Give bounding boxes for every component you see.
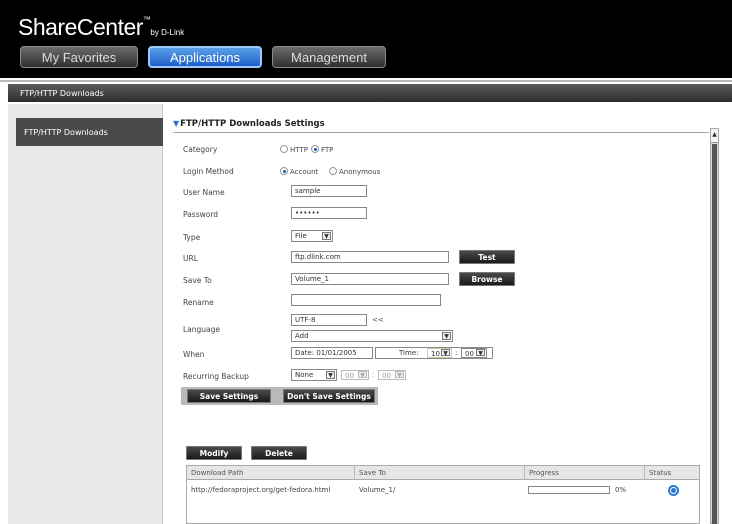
header-divider xyxy=(0,80,732,82)
url-input[interactable]: ftp.dlink.com xyxy=(291,251,449,263)
chevron-down-icon[interactable]: ▼ xyxy=(322,232,331,240)
recurring-colon: : xyxy=(372,371,375,379)
language-select-value: Add xyxy=(295,332,309,340)
minute-value: 00 xyxy=(465,350,474,358)
chevron-down-icon[interactable]: ▼ xyxy=(476,349,485,357)
language-label: Language xyxy=(183,325,221,334)
when-hour-select[interactable]: 10 ▼ xyxy=(427,348,452,358)
login-anonymous-option[interactable]: Anonymous xyxy=(329,167,380,176)
http-label: HTTP xyxy=(290,146,308,154)
sidebar-item-ftp-http-downloads[interactable]: FTP/HTTP Downloads xyxy=(16,118,163,146)
anonymous-label: Anonymous xyxy=(339,168,381,176)
app-header: ShareCenter™ by D-Link My Favorites Appli… xyxy=(0,0,732,78)
category-ftp-option[interactable]: FTP xyxy=(311,145,333,154)
rename-label: Rename xyxy=(183,298,214,307)
recurring-select[interactable]: None ▼ xyxy=(291,369,337,381)
recurring-backup-label: Recurring Backup xyxy=(183,372,249,381)
type-label: Type xyxy=(183,233,201,242)
brand-by: by D-Link xyxy=(150,28,185,37)
chevron-down-icon[interactable]: ▼ xyxy=(441,349,450,357)
when-minute-select[interactable]: 00 ▼ xyxy=(461,348,487,358)
section-title: ▼FTP/HTTP Downloads Settings xyxy=(173,119,325,129)
language-select[interactable]: Add ▼ xyxy=(291,330,453,342)
col-progress[interactable]: Progress xyxy=(525,466,645,480)
category-http-option[interactable]: HTTP xyxy=(280,145,308,154)
password-label: Password xyxy=(183,210,219,219)
table-header: Download Path Save To Progress Status xyxy=(187,466,699,480)
radio-account[interactable] xyxy=(280,167,288,175)
browse-button[interactable]: Browse xyxy=(459,272,515,286)
save-to-label: Save To xyxy=(183,276,212,285)
radio-anonymous[interactable] xyxy=(329,167,337,175)
section-divider xyxy=(173,132,709,133)
when-label: When xyxy=(183,350,205,359)
status-icon[interactable] xyxy=(668,485,679,496)
save-to-input[interactable]: Volume_1 xyxy=(291,273,449,285)
account-label: Account xyxy=(290,168,319,176)
progress-bar xyxy=(528,486,610,494)
row-download-path[interactable]: http://fedoraproject.org/get-fedora.html xyxy=(187,482,355,500)
rename-input[interactable] xyxy=(291,294,441,306)
date-label: Date: xyxy=(295,349,315,357)
user-name-label: User Name xyxy=(183,188,225,197)
date-value: 01/01/2005 xyxy=(316,349,357,357)
downloads-table: Download Path Save To Progress Status ht… xyxy=(186,465,700,524)
category-label: Category xyxy=(183,145,218,154)
scroll-track[interactable] xyxy=(712,144,717,524)
test-button[interactable]: Test xyxy=(459,250,515,264)
col-status[interactable]: Status xyxy=(645,466,699,480)
tab-applications[interactable]: Applications xyxy=(148,46,262,68)
brand-logo: ShareCenter™ by D-Link xyxy=(18,14,184,41)
modify-button[interactable]: Modify xyxy=(186,446,242,460)
language-input[interactable]: UTF-8 xyxy=(291,314,367,326)
radio-http[interactable] xyxy=(280,145,288,153)
chevron-down-icon[interactable]: ▼ xyxy=(358,371,367,379)
chevron-down-icon[interactable]: ▼ xyxy=(395,371,404,379)
recurring-hour-select[interactable]: 00 ▼ xyxy=(341,370,369,380)
sidebar: FTP/HTTP Downloads xyxy=(8,104,163,524)
scroll-up-icon[interactable]: ▲ xyxy=(711,129,718,143)
recurring-minute-select[interactable]: 00 ▼ xyxy=(378,370,406,380)
row-progress-label: 0% xyxy=(615,486,627,494)
url-label: URL xyxy=(183,254,198,263)
row-save-to: Volume_1/ xyxy=(359,486,396,494)
tab-management[interactable]: Management xyxy=(272,46,386,68)
recurring-minute-value: 00 xyxy=(382,372,391,380)
type-select[interactable]: File ▼ xyxy=(291,230,333,242)
ftp-label: FTP xyxy=(321,146,334,154)
hour-value: 10 xyxy=(431,350,440,358)
triangle-down-icon: ▼ xyxy=(173,119,180,128)
time-label: Time: xyxy=(399,349,419,357)
save-settings-button[interactable]: Save Settings xyxy=(187,389,271,403)
type-select-value: File xyxy=(295,232,307,240)
brand-name: ShareCenter xyxy=(18,14,143,40)
login-method-label: Login Method xyxy=(183,167,234,176)
radio-ftp[interactable] xyxy=(311,145,319,153)
recurring-hour-value: 00 xyxy=(345,372,354,380)
delete-button[interactable]: Delete xyxy=(251,446,307,460)
page-title-bar: FTP/HTTP Downloads xyxy=(8,84,732,102)
brand-tm: ™ xyxy=(142,15,151,24)
when-date-field[interactable]: Date: 01/01/2005 xyxy=(291,347,373,359)
recurring-value: None xyxy=(295,371,314,379)
login-account-option[interactable]: Account xyxy=(280,167,318,176)
time-colon: : xyxy=(455,349,458,357)
col-download-path[interactable]: Download Path xyxy=(187,466,355,480)
password-input[interactable]: •••••• xyxy=(291,207,367,219)
tab-my-favorites[interactable]: My Favorites xyxy=(20,46,138,68)
chevron-down-icon[interactable]: ▼ xyxy=(326,371,335,379)
chevron-down-icon[interactable]: ▼ xyxy=(442,332,451,340)
col-save-to[interactable]: Save To xyxy=(355,466,525,480)
language-arrows[interactable]: << xyxy=(372,316,384,324)
section-title-text: FTP/HTTP Downloads Settings xyxy=(180,119,325,129)
user-name-input[interactable]: sample xyxy=(291,185,367,197)
vertical-scrollbar[interactable]: ▲ xyxy=(710,128,719,524)
dont-save-settings-button[interactable]: Don't Save Settings xyxy=(283,389,375,403)
main-panel: ▼FTP/HTTP Downloads Settings Category HT… xyxy=(163,104,732,524)
